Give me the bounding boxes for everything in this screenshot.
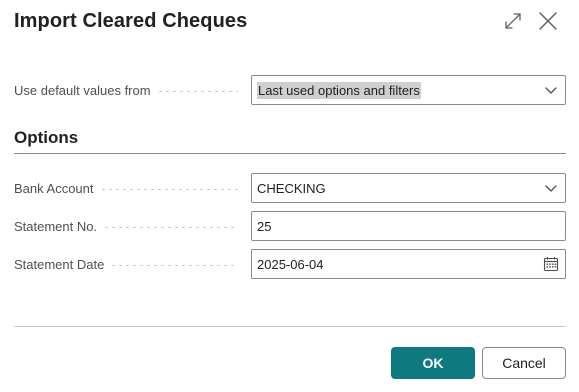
bank-account-label-text: Bank Account [14, 180, 94, 196]
statement-no-label-text: Statement No. [14, 218, 98, 234]
statement-date-label-text: Statement Date [14, 256, 105, 272]
statement-date-label: Statement Date [14, 249, 244, 279]
leader-dots [110, 265, 238, 266]
statement-no-value: 25 [257, 218, 272, 234]
statement-date-row: Statement Date 2025-06-04 [14, 249, 566, 279]
cancel-button[interactable]: Cancel [482, 347, 566, 379]
expand-icon[interactable] [502, 10, 524, 32]
import-cleared-cheques-dialog: Import Cleared Cheques Use default value… [0, 0, 579, 392]
calendar-icon[interactable] [543, 256, 559, 272]
defaults-select-value: Last used options and filters [257, 81, 421, 99]
statement-no-input[interactable]: 25 [251, 211, 566, 241]
statement-no-row: Statement No. 25 [14, 211, 566, 241]
footer-divider [14, 326, 566, 327]
options-section-title: Options [14, 128, 79, 147]
defaults-select[interactable]: Last used options and filters [251, 75, 566, 105]
bank-account-value: CHECKING [257, 180, 326, 196]
bank-account-row: Bank Account CHECKING [14, 173, 566, 203]
chevron-down-icon[interactable] [543, 82, 559, 98]
dialog-title: Import Cleared Cheques [14, 10, 248, 32]
statement-no-label: Statement No. [14, 211, 244, 241]
statement-date-input[interactable]: 2025-06-04 [251, 249, 566, 279]
bank-account-label: Bank Account [14, 173, 244, 203]
leader-dots [99, 189, 238, 190]
bank-account-select[interactable]: CHECKING [251, 173, 566, 203]
leader-dots [103, 227, 238, 228]
chevron-down-icon[interactable] [543, 180, 559, 196]
leader-dots [156, 91, 238, 92]
ok-button[interactable]: OK [391, 347, 475, 379]
defaults-row: Use default values from Last used option… [14, 75, 566, 105]
section-divider [14, 153, 566, 154]
close-icon[interactable] [537, 10, 559, 32]
statement-date-value: 2025-06-04 [257, 256, 324, 272]
defaults-label-text: Use default values from [14, 82, 151, 98]
defaults-label: Use default values from [14, 75, 244, 105]
